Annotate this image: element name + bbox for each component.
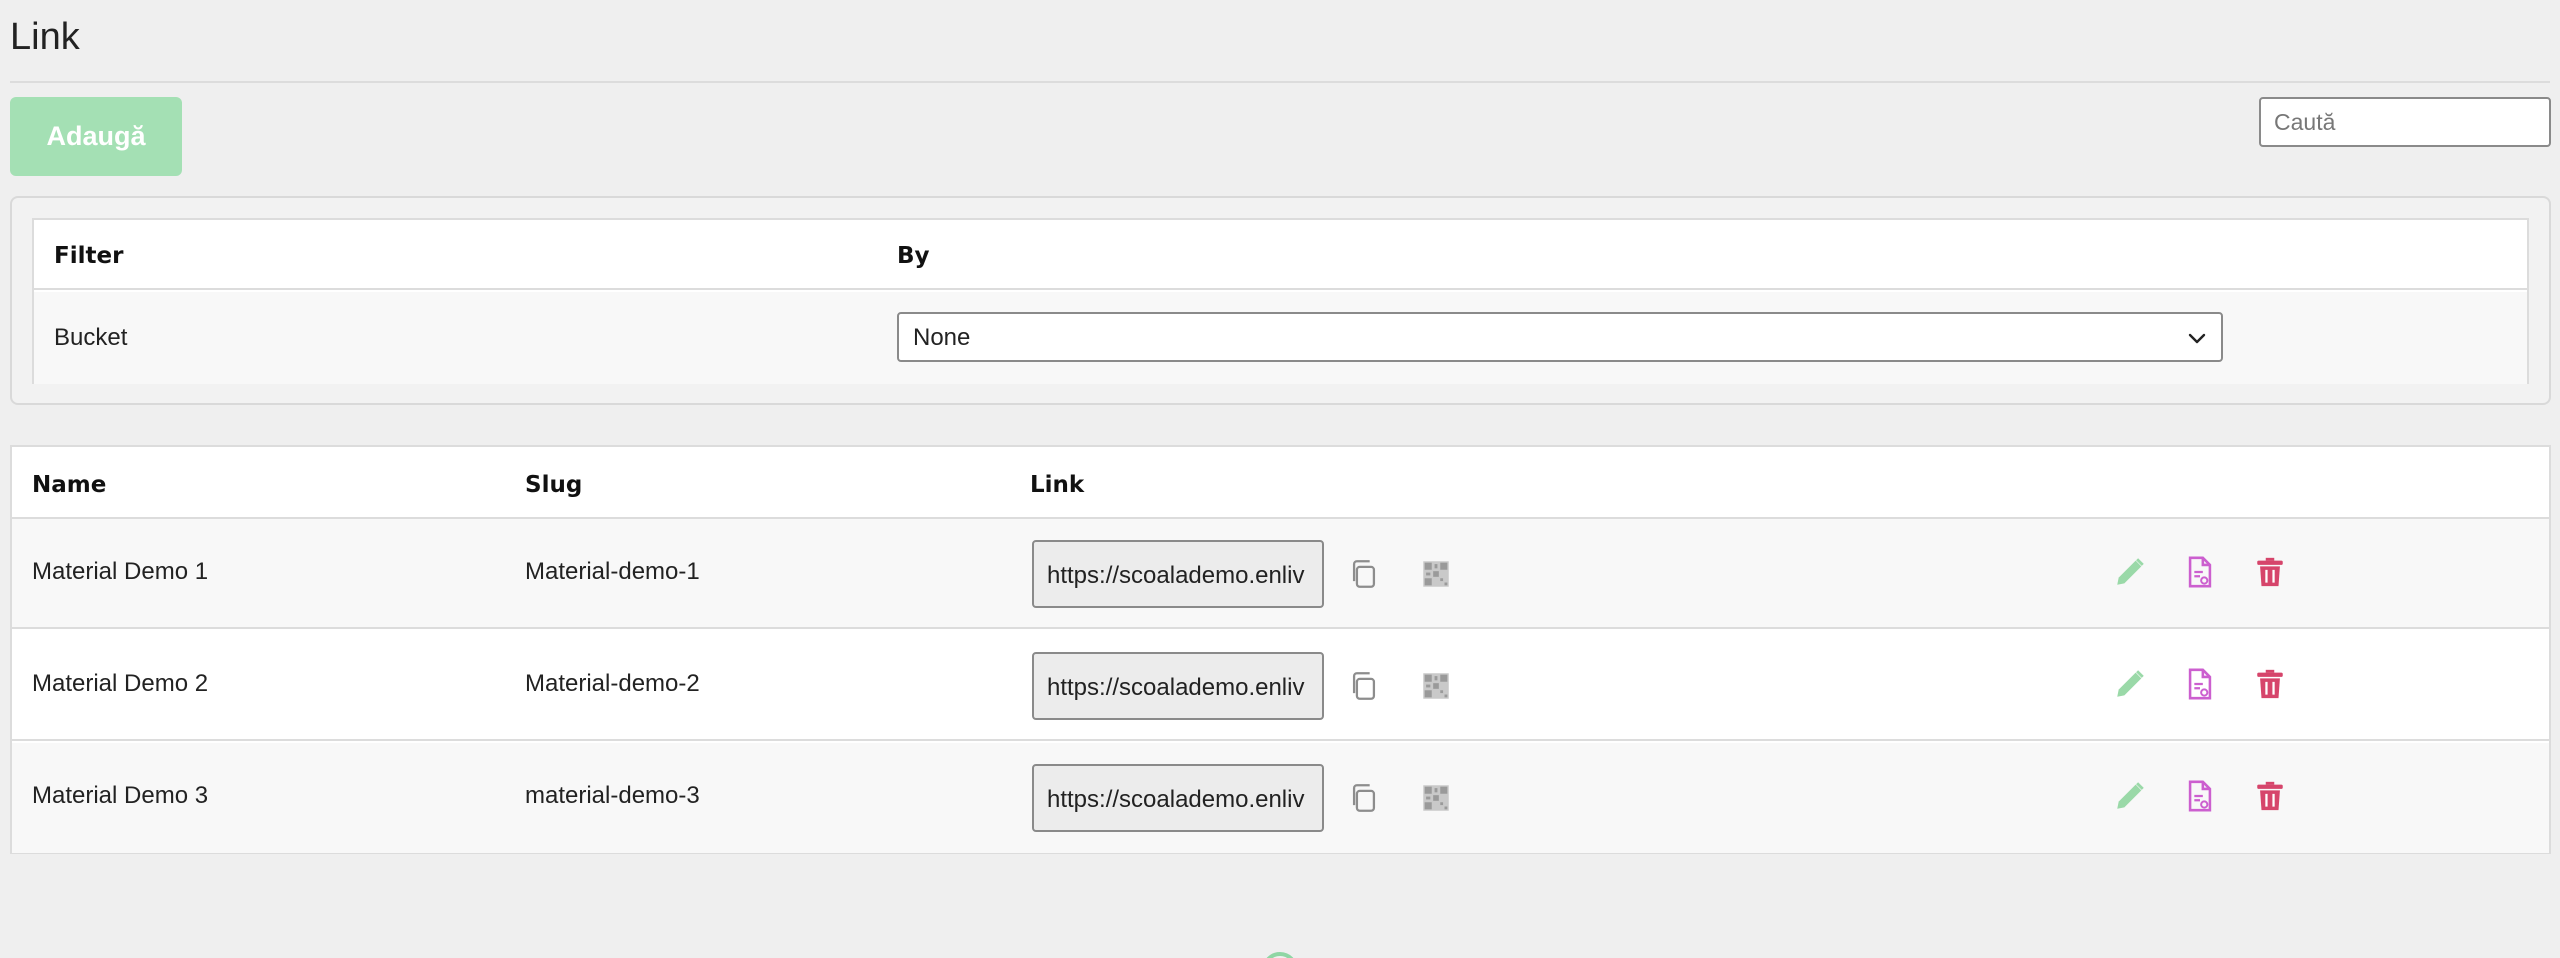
qr-code-icon [1423,561,1449,587]
pencil-icon [2117,670,2144,697]
copy-icon [1352,784,1376,812]
qr-code-button[interactable] [1416,554,1456,594]
copy-button[interactable] [1344,666,1384,706]
row-slug: material-demo-3 [525,782,700,809]
row-slug: Material-demo-2 [525,670,700,697]
chevron-down-icon [2188,333,2206,344]
table-row: Material Demo 3 material-demo-3 https://… [12,743,2549,853]
delete-button[interactable] [2250,664,2290,704]
copy-icon [1352,560,1376,588]
filter-table-header: Filter By [34,220,2527,290]
qr-code-icon [1423,785,1449,811]
link-field[interactable]: https://scoalademo.enliv [1032,652,1324,720]
trash-icon [2257,669,2283,699]
report-button[interactable] [2180,552,2220,592]
document-chart-icon [2188,668,2212,700]
report-button[interactable] [2180,776,2220,816]
copy-button[interactable] [1344,778,1384,818]
links-table: Name Slug Link Material Demo 1 Material-… [10,445,2551,854]
column-header-by: By [897,243,930,269]
pencil-icon [2117,782,2144,809]
column-header-slug: Slug [525,472,583,498]
document-chart-icon [2188,556,2212,588]
edit-button[interactable] [2110,552,2150,592]
row-name: Material Demo 3 [32,782,209,809]
delete-button[interactable] [2250,776,2290,816]
add-button[interactable]: Adaugă [10,97,182,176]
page: Link Adaugă Filter By Bucket None Nam [0,0,2560,958]
filter-panel: Filter By Bucket None [10,196,2551,405]
qr-code-button[interactable] [1416,666,1456,706]
column-header-filter: Filter [54,243,124,269]
row-slug: Material-demo-1 [525,558,700,585]
trash-icon [2257,781,2283,811]
copy-button[interactable] [1344,554,1384,594]
edit-button[interactable] [2110,776,2150,816]
trash-icon [2257,557,2283,587]
links-table-header: Name Slug Link [12,447,2549,519]
bucket-select[interactable]: None [897,312,2223,362]
column-header-link: Link [1030,472,1085,498]
link-field[interactable]: https://scoalademo.enliv [1032,540,1324,608]
qr-code-button[interactable] [1416,778,1456,818]
title-divider [10,81,2550,83]
report-button[interactable] [2180,664,2220,704]
document-chart-icon [2188,780,2212,812]
loading-spinner [1262,952,1298,958]
filter-name: Bucket [54,324,128,351]
qr-code-icon [1423,673,1449,699]
row-name: Material Demo 1 [32,558,209,585]
page-title: Link [10,16,80,58]
row-name: Material Demo 2 [32,670,209,697]
search-input[interactable] [2259,97,2551,147]
filter-row: Bucket None [34,292,2527,384]
link-field[interactable]: https://scoalademo.enliv [1032,764,1324,832]
copy-icon [1352,672,1376,700]
edit-button[interactable] [2110,664,2150,704]
filter-table: Filter By Bucket None [32,218,2529,384]
delete-button[interactable] [2250,552,2290,592]
pencil-icon [2117,558,2144,585]
table-row: Material Demo 2 Material-demo-2 https://… [12,631,2549,741]
bucket-select-value: None [913,324,971,351]
column-header-name: Name [32,472,107,498]
table-row: Material Demo 1 Material-demo-1 https://… [12,519,2549,629]
